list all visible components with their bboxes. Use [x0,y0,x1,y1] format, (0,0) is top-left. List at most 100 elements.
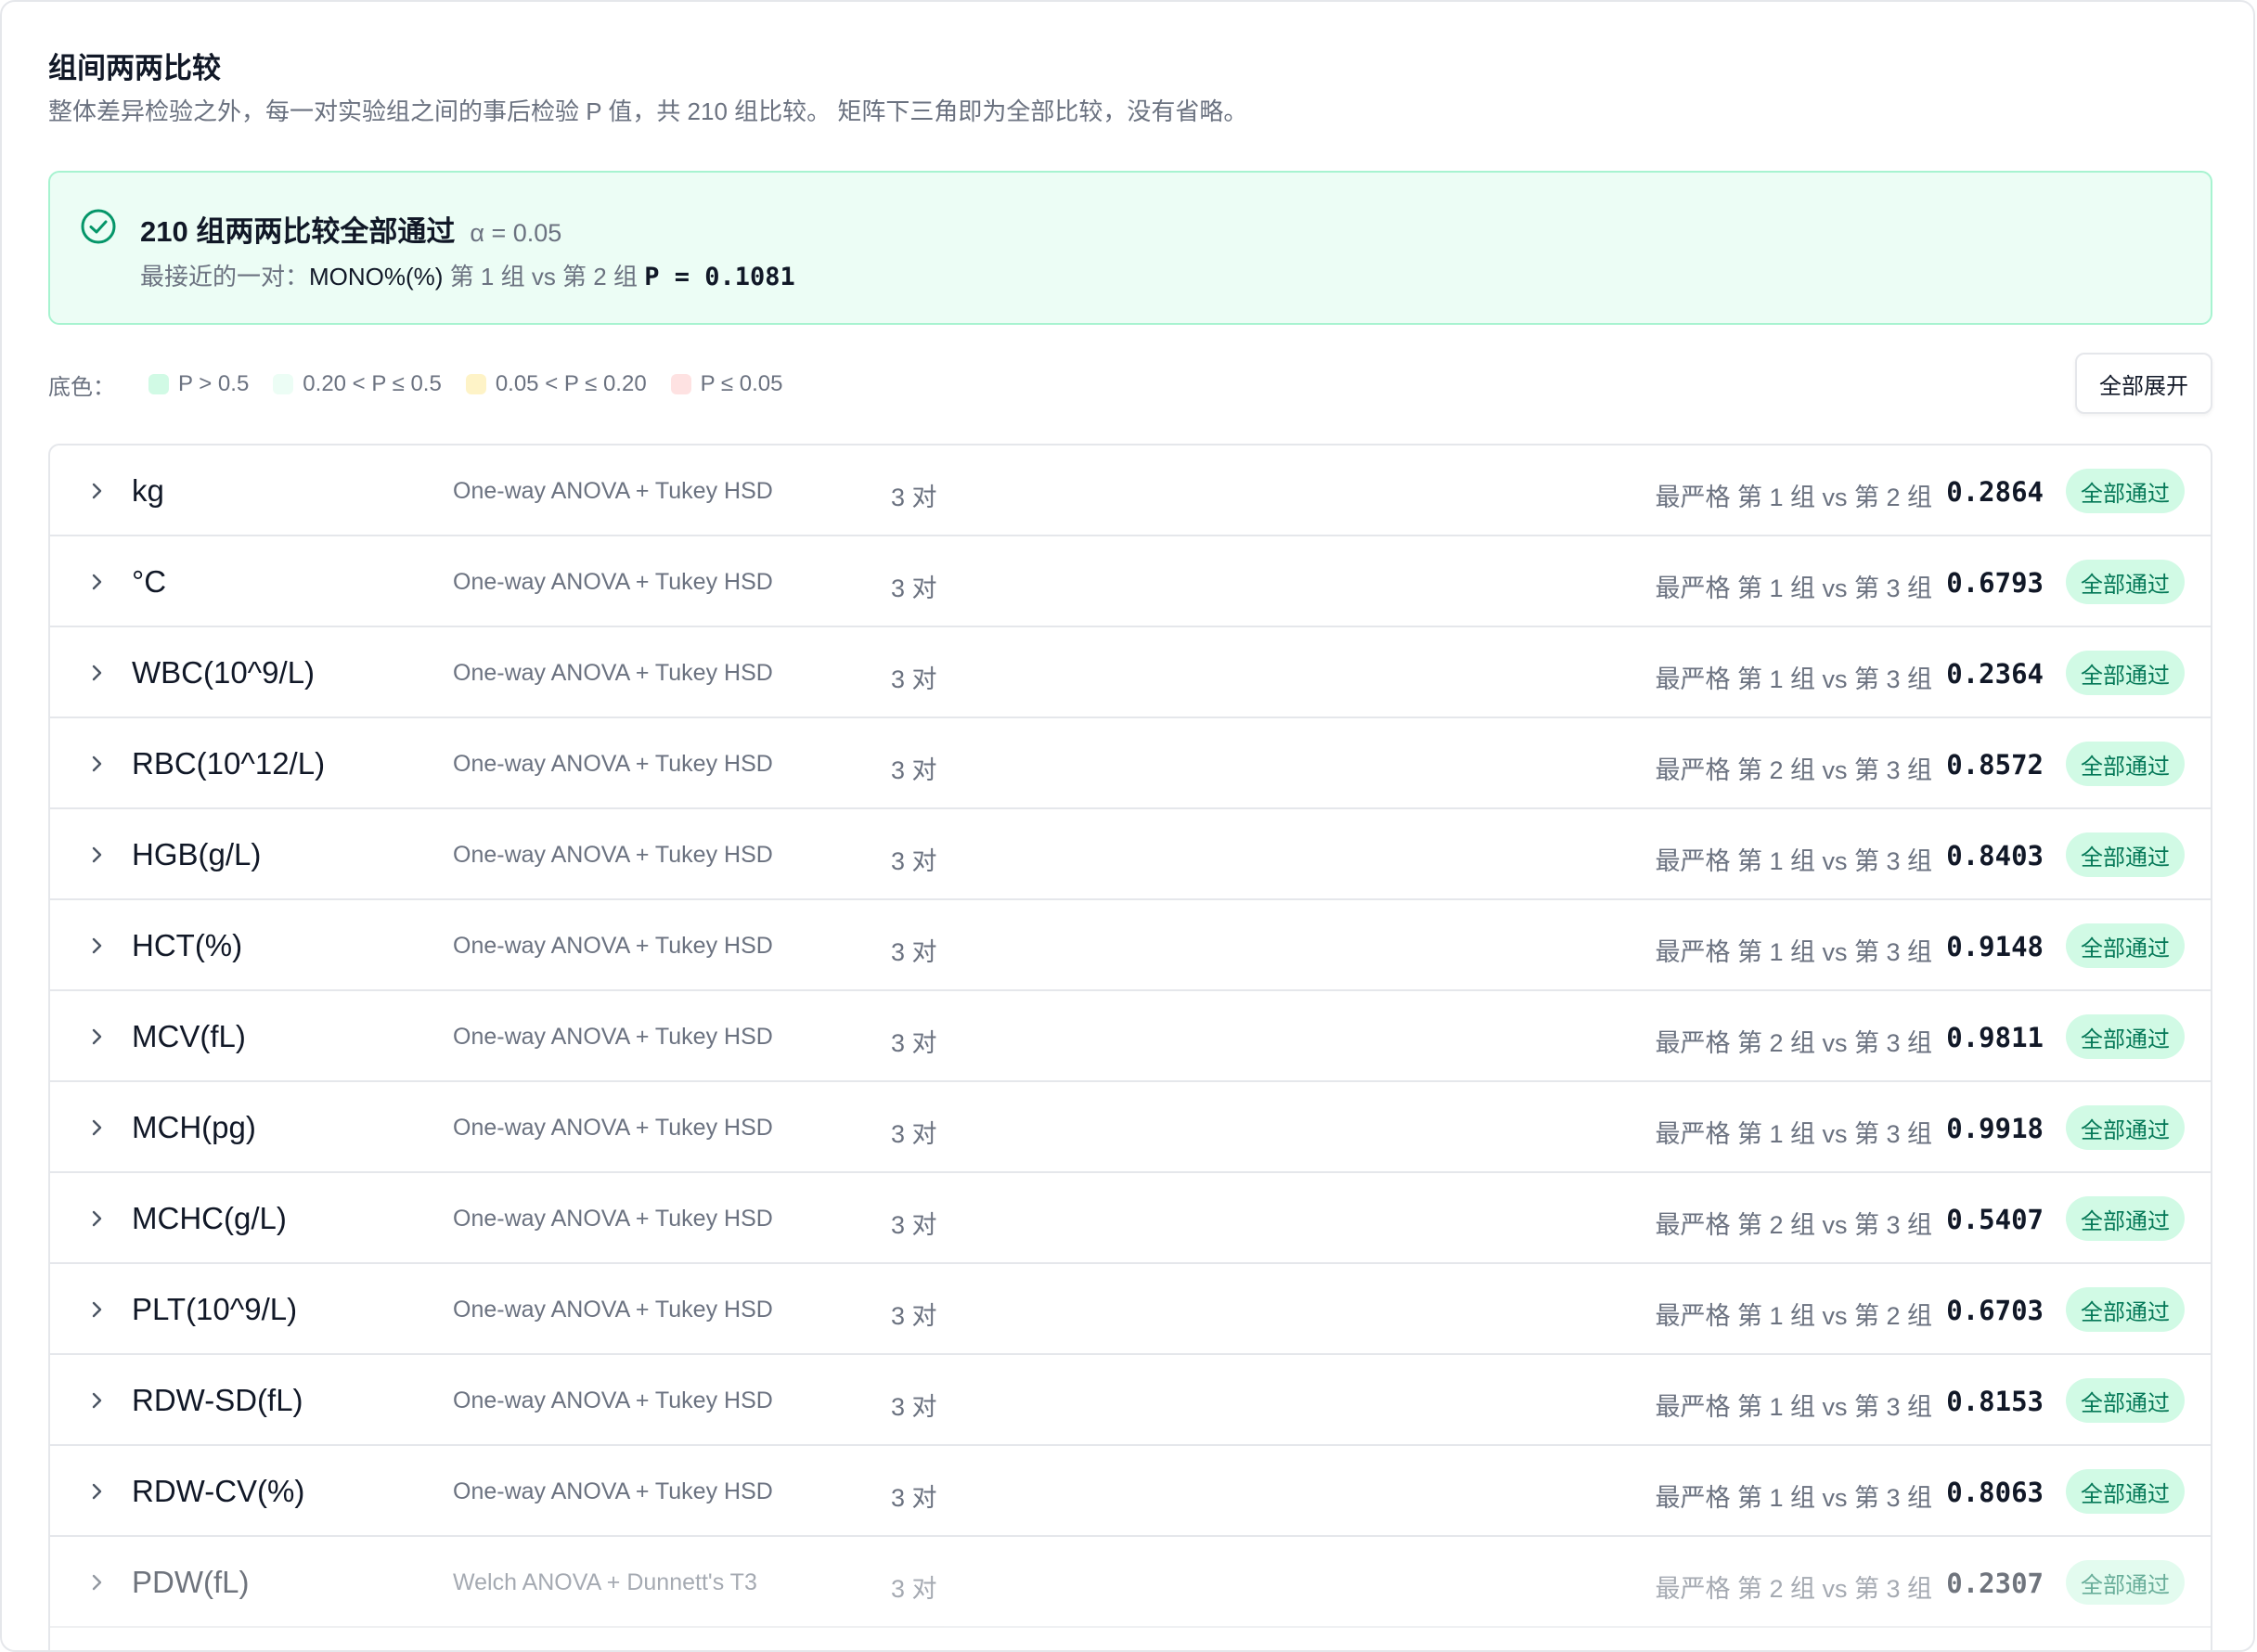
test-method: One-way ANOVA + Tukey HSD [453,1297,773,1323]
table-row[interactable]: HCT(%) One-way ANOVA + Tukey HSD 3 对 最严格 第 … [50,900,2211,991]
chevron-right-icon[interactable] [85,1389,108,1412]
legend-swatch [273,374,294,394]
chevron-right-icon[interactable] [85,662,108,684]
pair-count: 3 对 [891,756,937,784]
legend-swatch [670,374,691,394]
metric-name: MCHC(g/L) [132,1201,287,1235]
p-value: 0.6793 [1946,567,2044,599]
pair-count: 3 对 [891,1120,937,1148]
chevron-right-icon[interactable] [85,571,108,593]
table-row[interactable]: PDW(fL) Welch ANOVA + Dunnett's T3 3 对 最严格 … [50,1537,2211,1628]
strictest-pair: 最严格 第 1 组 vs 第 2 组 [1655,1302,1932,1330]
metric-name: PDW(fL) [132,1565,250,1599]
table-row[interactable]: RBC(10^12/L) One-way ANOVA + Tukey HSD 3 对… [50,718,2211,809]
section-title: 组间两两比较 [48,52,221,84]
pair-count: 3 对 [891,1393,937,1421]
p-value: 0.9918 [1946,1113,2044,1144]
p-value: 0.8063 [1946,1477,2044,1508]
chevron-right-icon[interactable] [85,480,108,502]
table-row[interactable]: PLT(10^9/L) One-way ANOVA + Tukey HSD 3 对 最… [50,1264,2211,1355]
test-method: One-way ANOVA + Tukey HSD [453,751,773,777]
legend-item: 0.20 < P ≤ 0.5 [273,371,442,397]
strictest-pair: 最严格 第 1 组 vs 第 3 组 [1655,574,1932,602]
metric-name: HGB(g/L) [132,837,262,871]
chevron-right-icon[interactable] [85,844,108,866]
legend-label: 底色： [48,374,115,400]
strictest-pair: 最严格 第 1 组 vs 第 3 组 [1655,1120,1932,1148]
p-value: 0.2307 [1946,1568,2044,1599]
test-method: One-way ANOVA + Tukey HSD [453,478,773,504]
section-description: 整体差异检验之外，每一对实验组之间的事后检验 P 值，共 210 组比较。 矩阵… [48,97,1248,125]
pair-count: 3 对 [891,1211,937,1239]
chevron-right-icon[interactable] [85,1571,108,1594]
test-method: One-way ANOVA + Tukey HSD [453,1387,773,1413]
table-row[interactable]: MCHC(g/L) One-way ANOVA + Tukey HSD 3 对 最严格… [50,1173,2211,1264]
status-badge: 全部通过 [2066,1560,2185,1605]
table-row[interactable]: RDW-SD(fL) One-way ANOVA + Tukey HSD 3 对 最严… [50,1355,2211,1446]
p-value: 0.9148 [1946,931,2044,962]
legend-item-label: P ≤ 0.05 [700,371,783,396]
pair-count: 3 对 [891,847,937,875]
pair-count: 3 对 [891,574,937,602]
status-badge: 全部通过 [2066,832,2185,877]
status-badge: 全部通过 [2066,1378,2185,1423]
metric-name: HCT(%) [132,928,243,962]
pair-count: 3 对 [891,1029,937,1057]
expand-all-button[interactable]: 全部展开 [2075,353,2212,414]
pair-count: 3 对 [891,1575,937,1603]
chevron-right-icon[interactable] [85,1026,108,1048]
legend-item: 0.05 < P ≤ 0.20 [465,371,647,397]
metric-name: RDW-CV(%) [132,1474,305,1508]
chevron-right-icon[interactable] [85,1207,108,1230]
table-row[interactable]: RDW-CV(%) One-way ANOVA + Tukey HSD 3 对 最严格… [50,1446,2211,1537]
legend-item-label: 0.05 < P ≤ 0.20 [495,371,647,396]
pair-count: 3 对 [891,1484,937,1512]
chevron-right-icon[interactable] [85,935,108,957]
legend-swatch [148,374,169,394]
p-value: 0.5407 [1946,1204,2044,1235]
strictest-pair: 最严格 第 1 组 vs 第 3 组 [1655,938,1932,966]
status-badge: 全部通过 [2066,923,2185,968]
chevron-right-icon[interactable] [85,753,108,775]
pair-count: 3 对 [891,484,937,511]
strictest-pair: 最严格 第 1 组 vs 第 3 组 [1655,1393,1932,1421]
color-legend: 底色： P > 0.5 0.20 < P ≤ 0.5 0.05 < P ≤ 0.… [48,366,806,403]
table-row[interactable]: °C One-way ANOVA + Tukey HSD 3 对 最严格 第 1 组 … [50,536,2211,627]
p-value: 0.8403 [1946,840,2044,871]
closest-metric: MONO%(%) [309,263,444,290]
metric-name: °C [132,564,167,599]
metric-name: MCV(fL) [132,1019,246,1053]
strictest-pair: 最严格 第 2 组 vs 第 3 组 [1655,756,1932,784]
p-value: 0.9811 [1946,1022,2044,1053]
strictest-pair: 最严格 第 1 组 vs 第 3 组 [1655,665,1932,693]
test-method: One-way ANOVA + Tukey HSD [453,569,773,595]
status-badge: 全部通过 [2066,469,2185,513]
table-row[interactable]: HGB(g/L) One-way ANOVA + Tukey HSD 3 对 最严格 … [50,809,2211,900]
pair-count: 3 对 [891,1302,937,1330]
chevron-right-icon[interactable] [85,1116,108,1139]
pair-count: 3 对 [891,665,937,693]
status-badge: 全部通过 [2066,742,2185,786]
test-method: One-way ANOVA + Tukey HSD [453,660,773,686]
status-badge: 全部通过 [2066,1014,2185,1059]
table-row[interactable]: kg One-way ANOVA + Tukey HSD 3 对 最严格 第 1 组 … [50,445,2211,536]
summary-closest-line: 最接近的一对：MONO%(%) 第 1 组 vs 第 2 组 P = 0.108… [140,258,795,292]
metric-name: WBC(10^9/L) [132,655,316,690]
chevron-right-icon[interactable] [85,1298,108,1321]
chevron-right-icon[interactable] [85,1480,108,1503]
table-row[interactable]: MCH(pg) One-way ANOVA + Tukey HSD 3 对 最严格 第… [50,1082,2211,1173]
test-method: One-way ANOVA + Tukey HSD [453,1206,773,1232]
pair-count: 3 对 [891,938,937,966]
table-row[interactable]: MCV(fL) One-way ANOVA + Tukey HSD 3 对 最严格 第… [50,991,2211,1082]
metric-name: kg [132,473,164,508]
summary-title-text: 210 组两两比较全部通过 [140,215,456,248]
comparison-table: kg One-way ANOVA + Tukey HSD 3 对最严格 第 1 组 … [48,444,2212,1650]
strictest-pair: 最严格 第 2 组 vs 第 3 组 [1655,1029,1932,1057]
table-row[interactable]: WBC(10^9/L) One-way ANOVA + Tukey HSD 3 对 最… [50,627,2211,718]
strictest-pair: 最严格 第 1 组 vs 第 3 组 [1655,1484,1932,1512]
metric-name: MCH(pg) [132,1110,256,1144]
p-value: 0.2864 [1946,476,2044,508]
status-badge: 全部通过 [2066,560,2185,604]
status-badge: 全部通过 [2066,651,2185,695]
test-method: One-way ANOVA + Tukey HSD [453,1115,773,1141]
